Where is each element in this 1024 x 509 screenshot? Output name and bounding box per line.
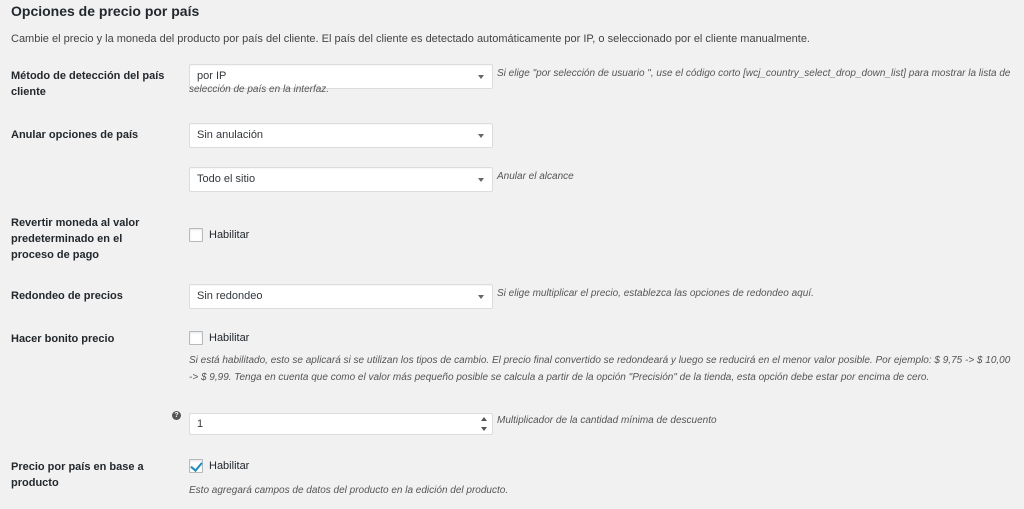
price-rounding-select[interactable]: Sin redondeo: [189, 284, 493, 309]
override-scope-select[interactable]: Todo el sitio: [189, 167, 493, 192]
per-product-price-toggle[interactable]: Habilitar: [189, 459, 249, 473]
pretty-price-checkbox[interactable]: [189, 331, 203, 345]
pretty-price-hint: Si está habilitado, esto se aplicará si …: [189, 355, 1011, 383]
caret-down-icon: [478, 134, 484, 138]
per-product-price-label: Precio por país en base a producto: [11, 461, 144, 489]
discount-multiplier-input[interactable]: 1: [189, 413, 493, 435]
caret-down-icon: [478, 178, 484, 182]
price-rounding-value: Sin redondeo: [197, 290, 263, 302]
revert-currency-checkbox[interactable]: [189, 228, 203, 242]
override-options-select[interactable]: Sin anulación: [189, 123, 493, 148]
per-product-price-checkbox-label: Habilitar: [209, 460, 250, 472]
help-icon[interactable]: ?: [172, 411, 181, 420]
override-scope-hint: Anular el alcance: [497, 171, 574, 182]
discount-multiplier-hint: Multiplicador de la cantidad mínima de d…: [497, 415, 717, 426]
per-product-price-checkbox[interactable]: [189, 459, 203, 473]
revert-currency-toggle[interactable]: Habilitar: [189, 228, 249, 242]
detection-method-hint: Si elige "por selección de usuario ", us…: [189, 68, 1011, 95]
discount-multiplier-value: 1: [197, 418, 204, 430]
price-rounding-label: Redondeo de precios: [11, 290, 123, 302]
price-rounding-hint: Si elige multiplicar el precio, establez…: [497, 288, 814, 299]
pretty-price-checkbox-label: Habilitar: [209, 332, 250, 344]
caret-down-icon: [478, 295, 484, 299]
per-product-price-hint: Esto agregará campos de datos del produc…: [189, 485, 509, 496]
pretty-price-label: Hacer bonito precio: [11, 333, 115, 345]
revert-currency-label: Revertir moneda al valor predeterminado …: [11, 217, 140, 261]
section-description: Cambie el precio y la moneda del product…: [11, 33, 810, 45]
override-options-label: Anular opciones de país: [11, 129, 139, 141]
pretty-price-toggle[interactable]: Habilitar: [189, 331, 249, 345]
detection-method-label: Método de detección del país cliente: [11, 70, 165, 98]
override-scope-value: Todo el sitio: [197, 173, 256, 185]
section-title: Opciones de precio por país: [11, 3, 200, 19]
revert-currency-checkbox-label: Habilitar: [209, 229, 250, 241]
override-options-value: Sin anulación: [197, 129, 264, 141]
spinner-arrows-icon[interactable]: [481, 417, 489, 431]
